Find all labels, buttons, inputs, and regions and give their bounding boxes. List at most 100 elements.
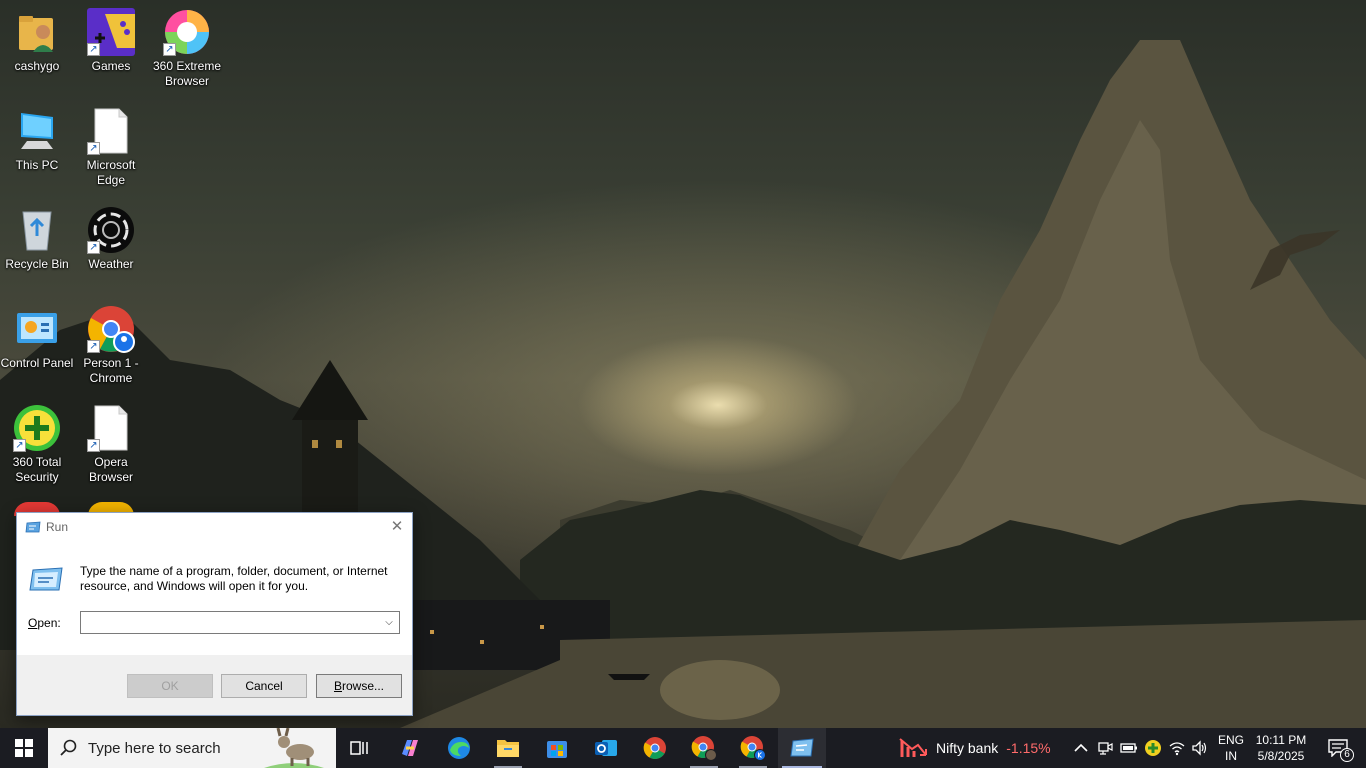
desktop-icon-label: cashygo — [14, 59, 60, 73]
language-code: ENG — [1217, 733, 1244, 747]
desktop-icon-opera-browser[interactable]: ↗ Opera Browser — [74, 404, 148, 485]
desktop-icon-control-panel[interactable]: Control Panel — [0, 305, 74, 371]
chevron-down-icon[interactable]: ⌵ — [381, 614, 397, 631]
desktop-icon-recycle-bin[interactable]: Recycle Bin — [0, 206, 74, 272]
battery-icon — [1120, 743, 1137, 753]
games-icon: ↗ — [87, 8, 135, 56]
language-region: IN — [1225, 749, 1237, 763]
desktop-icon-label: 360 Total Security — [12, 455, 62, 484]
blank-file-icon: ↗ — [87, 404, 135, 452]
taskbar: Type here to search Nifty bank -1.15% EN… — [0, 728, 1366, 768]
wifi-icon — [1169, 742, 1185, 756]
edge-icon — [448, 737, 470, 759]
clock-date: 5/8/2025 — [1257, 749, 1305, 763]
desktop-icon-person-1-chrome[interactable]: ↗ Person 1 - Chrome — [74, 305, 148, 386]
tray-meet-now[interactable] — [1095, 738, 1115, 758]
chrome-profile-icon — [691, 736, 717, 761]
shortcut-arrow-icon: ↗ — [87, 142, 100, 155]
desktop-icon-games[interactable]: ↗ Games — [74, 8, 148, 74]
taskbar-clock[interactable]: 10:11 PM 5/8/2025 — [1252, 732, 1310, 764]
desktop-icon-label: Opera Browser — [88, 455, 133, 484]
run-title: Run — [46, 520, 69, 534]
clock-time: 10:11 PM — [1255, 733, 1307, 747]
taskbar-outlook[interactable] — [582, 728, 630, 768]
desktop-icon-label: Microsoft Edge — [86, 158, 136, 187]
notification-center-button[interactable]: 6 — [1318, 728, 1358, 768]
run-footer: OK Cancel Browse... — [17, 655, 412, 715]
speaker-icon — [1192, 740, 1207, 756]
tray-network[interactable] — [1167, 738, 1187, 758]
tray-volume[interactable] — [1190, 738, 1210, 758]
computer-icon — [13, 107, 61, 155]
widget-change: -1.15% — [1006, 740, 1051, 756]
close-icon[interactable]: ✕ — [388, 518, 406, 536]
taskbar-edge[interactable] — [435, 728, 483, 768]
opera-gx-icon: ↗ — [87, 206, 135, 254]
search-placeholder: Type here to search — [88, 739, 221, 757]
desktop-icon-360-total-security[interactable]: ↗ 360 Total Security — [0, 404, 74, 485]
desktop-icon-label: Person 1 - Chrome — [83, 356, 139, 385]
open-label: Open: — [28, 616, 61, 630]
run-dialog: Run ✕ Type the name of a program, folder… — [16, 512, 413, 716]
notification-count-badge: 6 — [1340, 748, 1354, 762]
desktop-icon-weather[interactable]: ↗ Weather — [74, 206, 148, 272]
browse-button[interactable]: Browse... — [316, 674, 402, 698]
recycle-bin-icon — [13, 206, 61, 254]
folder-icon — [497, 740, 519, 757]
start-button[interactable] — [0, 728, 48, 768]
folder-icon — [13, 8, 61, 56]
taskbar-copilot[interactable] — [386, 728, 434, 768]
cancel-button[interactable]: Cancel — [221, 674, 307, 698]
desktop-icon-microsoft-edge[interactable]: ↗ Microsoft Edge — [74, 107, 148, 188]
task-view-icon — [350, 741, 368, 755]
taskbar-chrome-profile[interactable] — [680, 728, 728, 768]
search-icon — [60, 739, 77, 756]
open-combobox[interactable]: ⌵ — [80, 611, 400, 634]
outlook-icon — [595, 740, 617, 756]
taskbar-search[interactable]: Type here to search — [48, 728, 336, 768]
desktop-icon-this-pc[interactable]: This PC — [0, 107, 74, 173]
control-panel-icon — [13, 305, 61, 353]
language-indicator[interactable]: ENG IN — [1214, 732, 1248, 764]
taskbar-file-explorer[interactable] — [484, 728, 532, 768]
chrome-profile-icon: ↗ — [87, 305, 135, 353]
run-icon — [790, 738, 814, 757]
camera-icon — [1098, 742, 1113, 755]
shortcut-arrow-icon: ↗ — [87, 439, 100, 452]
shortcut-arrow-icon: ↗ — [87, 340, 100, 353]
ok-button[interactable]: OK — [127, 674, 213, 698]
desktop-icon-label: This PC — [15, 158, 59, 172]
search-highlight-donkey-icon — [264, 728, 324, 768]
stock-widget[interactable]: Nifty bank -1.15% — [898, 728, 1058, 768]
run-description: Type the name of a program, folder, docu… — [80, 564, 388, 593]
run-titlebar[interactable]: Run — [17, 513, 412, 541]
taskbar-chrome[interactable] — [631, 728, 679, 768]
taskbar-microsoft-store[interactable] — [533, 728, 581, 768]
show-hidden-icons-button[interactable] — [1071, 738, 1091, 758]
360-browser-icon: ↗ — [163, 8, 211, 56]
360-security-icon: ↗ — [13, 404, 61, 452]
windows-logo-icon — [15, 739, 33, 757]
open-input[interactable] — [81, 612, 377, 633]
desktop-icon-cashygo[interactable]: cashygo — [0, 8, 74, 74]
shortcut-arrow-icon: ↗ — [163, 43, 176, 56]
taskbar-run[interactable] — [778, 728, 826, 768]
desktop-icon-label: Weather — [88, 257, 134, 271]
shortcut-arrow-icon: ↗ — [87, 43, 100, 56]
desktop-icon-label: Recycle Bin — [5, 257, 69, 271]
run-body: Type the name of a program, folder, docu… — [17, 541, 412, 655]
chrome-icon — [643, 737, 666, 759]
shortcut-arrow-icon: ↗ — [13, 439, 26, 452]
desktop-icon-label: Control Panel — [0, 356, 74, 370]
taskbar-chrome-profile-k[interactable] — [729, 728, 777, 768]
task-view-button[interactable] — [336, 728, 384, 768]
desktop-icon-label: Games — [91, 59, 131, 73]
store-icon — [547, 741, 567, 758]
stock-down-icon — [899, 738, 927, 757]
tray-battery[interactable] — [1119, 738, 1139, 758]
tray-360-security[interactable] — [1143, 738, 1163, 758]
desktop-icon-360-extreme-browser[interactable]: ↗ 360 Extreme Browser — [150, 8, 224, 89]
blank-file-icon: ↗ — [87, 107, 135, 155]
chevron-up-icon — [1074, 743, 1088, 752]
360-security-icon — [1145, 740, 1161, 756]
